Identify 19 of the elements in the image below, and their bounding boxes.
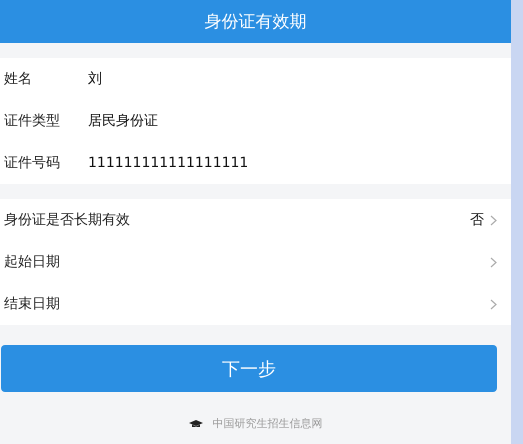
option-label: 结束日期 bbox=[4, 295, 61, 313]
option-row[interactable]: 身份证是否长期有效 否 bbox=[0, 199, 511, 241]
option-label: 起始日期 bbox=[4, 253, 61, 271]
field-value: 居民身份证 bbox=[88, 112, 158, 130]
option-label: 身份证是否长期有效 bbox=[4, 211, 131, 229]
chevron-icon bbox=[490, 256, 497, 268]
page-title: 身份证有效期 bbox=[204, 11, 306, 33]
mortarboard-icon bbox=[188, 420, 202, 428]
field-label: 证件类型 bbox=[4, 112, 61, 130]
field-value: 刘 bbox=[88, 70, 102, 88]
field-value: 111111111111111111 bbox=[88, 155, 248, 171]
footer-text: 中国研究生招生信息网 bbox=[212, 416, 322, 431]
field-label: 证件号码 bbox=[4, 154, 61, 172]
chevron-icon bbox=[490, 298, 497, 310]
field-label: 姓名 bbox=[4, 70, 33, 88]
option-row[interactable]: 起始日期 bbox=[0, 241, 511, 283]
option-row[interactable]: 结束日期 bbox=[0, 283, 511, 325]
option-value: 否 bbox=[470, 211, 484, 229]
chevron-icon bbox=[490, 214, 497, 226]
